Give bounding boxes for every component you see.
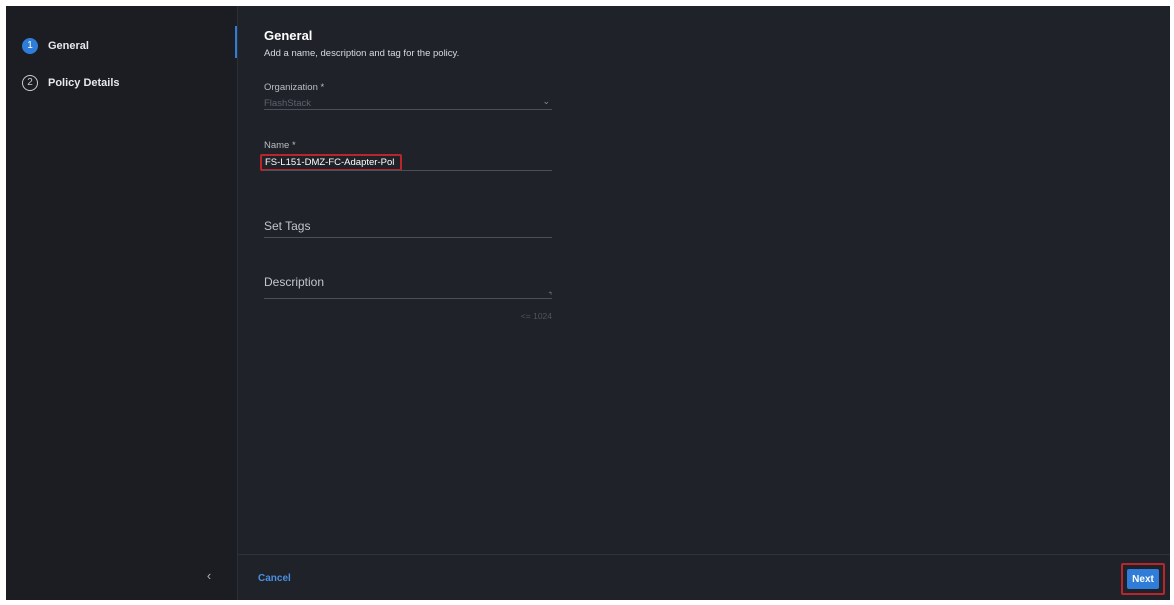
tags-field[interactable]: Set Tags (264, 216, 552, 238)
organization-value: FlashStack (264, 98, 311, 109)
step-number-badge: 2 (22, 75, 38, 91)
next-button-highlight: Next (1121, 563, 1165, 595)
name-field: Name * (260, 140, 552, 172)
field-underline (264, 109, 552, 110)
main-content: General Add a name, description and tag … (238, 6, 1170, 554)
step-label: General (48, 40, 89, 52)
wizard-steps-sidebar: 1 General 2 Policy Details ‹ (6, 6, 238, 600)
description-textarea[interactable]: Description ⌝ <= 1024 (264, 272, 552, 324)
description-placeholder: Description (264, 275, 325, 289)
field-underline (264, 298, 552, 299)
wizard-footer: Cancel Next (238, 554, 1170, 600)
field-underline (264, 170, 552, 171)
page-subtitle: Add a name, description and tag for the … (264, 48, 460, 59)
step-label: Policy Details (48, 77, 120, 89)
name-label: Name * (264, 140, 296, 151)
chevron-down-icon: ⌄ (542, 96, 550, 106)
organization-label: Organization * (264, 82, 325, 93)
name-input[interactable] (260, 154, 402, 171)
character-counter: <= 1024 (520, 311, 552, 321)
chevron-left-icon[interactable]: ‹ (202, 569, 216, 583)
active-step-indicator (235, 26, 237, 58)
step-general[interactable]: 1 General (22, 35, 89, 57)
cancel-button[interactable]: Cancel (258, 573, 291, 584)
page-title: General (264, 28, 313, 43)
step-number-badge: 1 (22, 38, 38, 54)
tags-placeholder: Set Tags (264, 219, 311, 233)
organization-select[interactable]: Organization * FlashStack ⌄ (264, 82, 552, 110)
policy-wizard: 1 General 2 Policy Details ‹ General Add… (6, 6, 1170, 600)
next-button[interactable]: Next (1127, 569, 1159, 589)
step-policy-details[interactable]: 2 Policy Details (22, 72, 120, 94)
field-underline (264, 237, 552, 238)
